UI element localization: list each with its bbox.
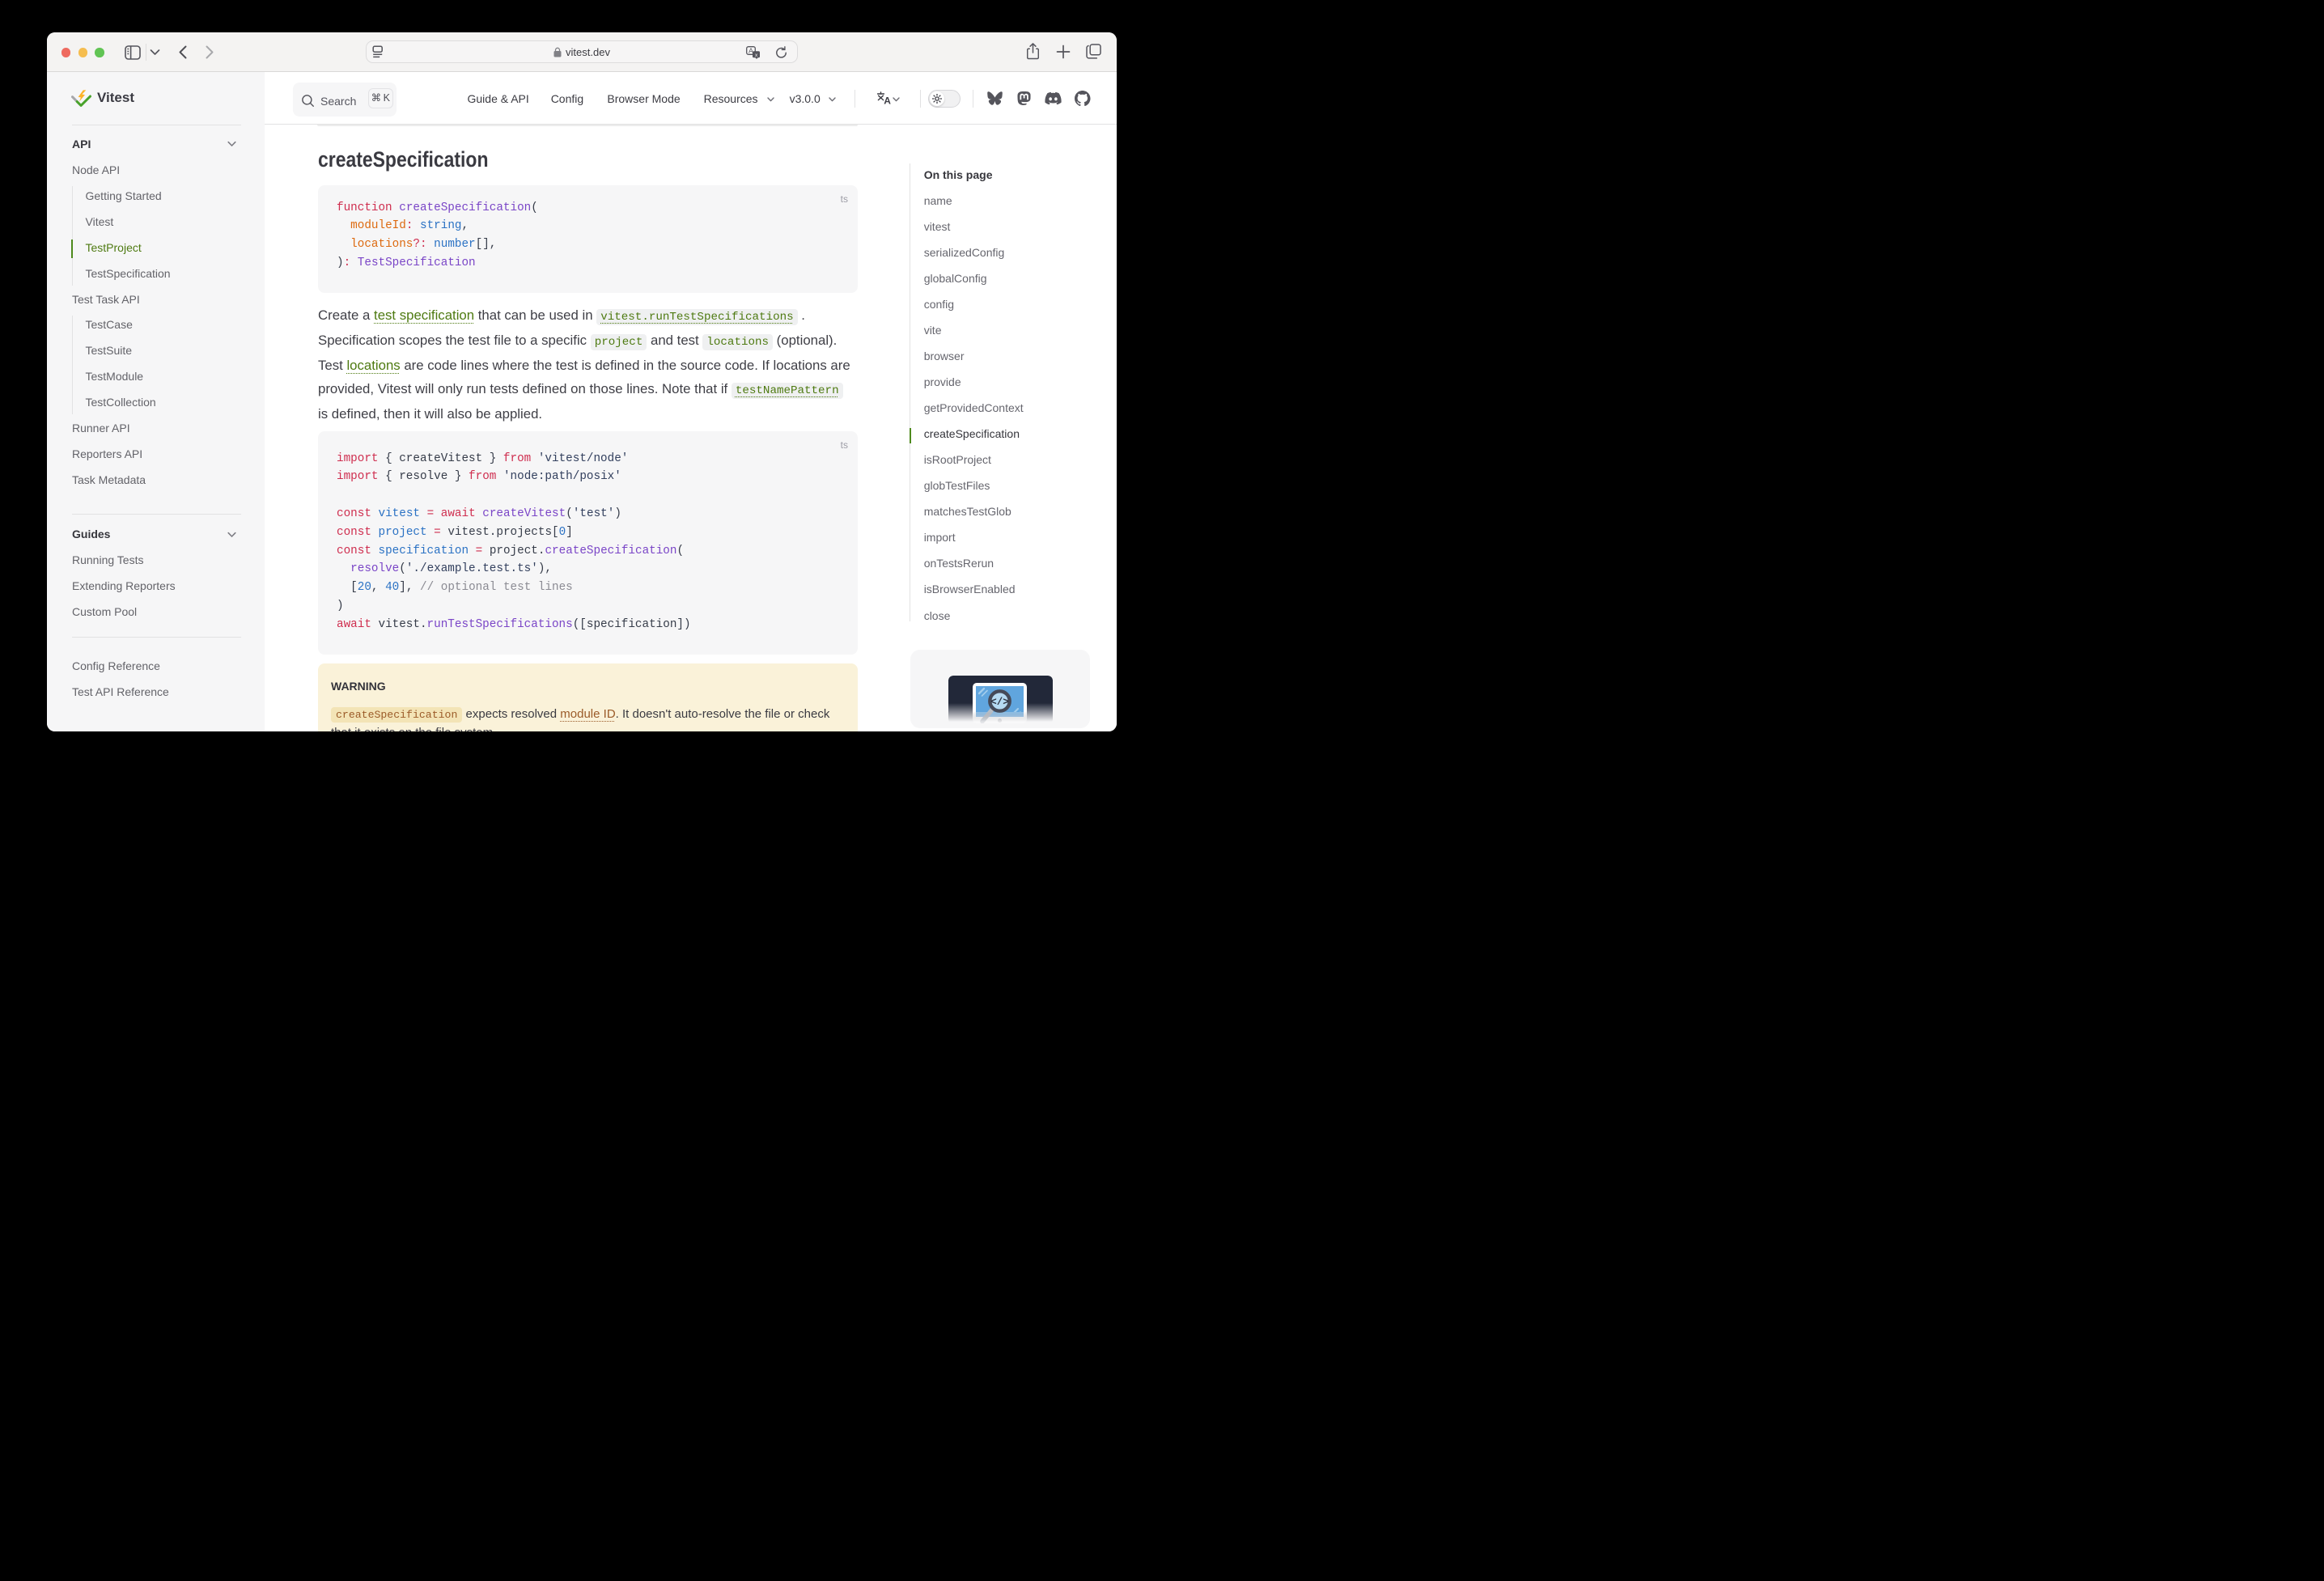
svg-text:A: A (884, 95, 891, 105)
svg-text:</>: </> (990, 697, 1009, 708)
